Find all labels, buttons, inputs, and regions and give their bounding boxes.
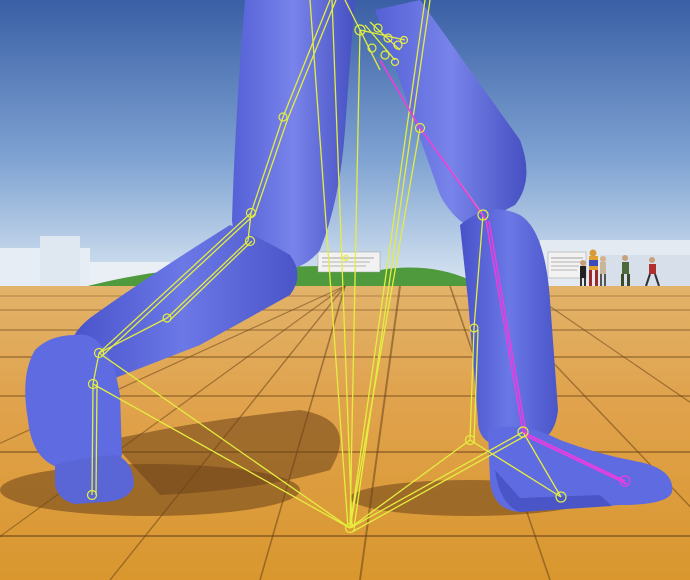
left-info-sign <box>317 251 381 273</box>
viewport-scene[interactable] <box>0 0 690 580</box>
animation-viewport[interactable] <box>0 0 690 580</box>
